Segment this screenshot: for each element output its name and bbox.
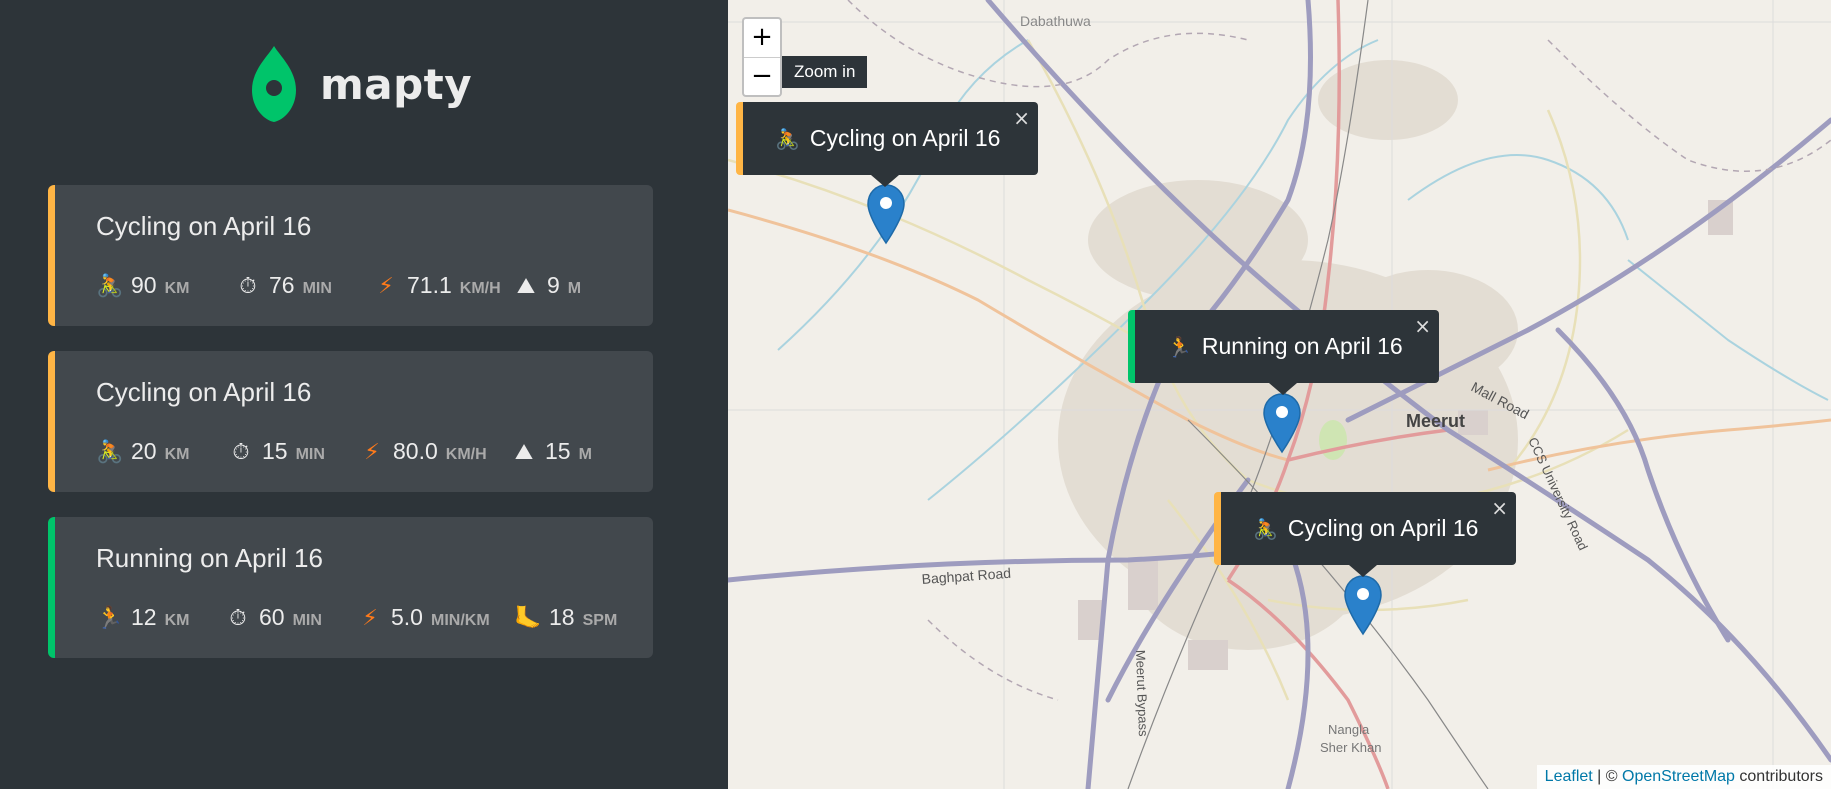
duration-unit: MIN (302, 279, 332, 297)
runner-icon: 🏃 (96, 605, 124, 631)
workout-popup[interactable]: 🏃 Running on April 16 × (1128, 310, 1439, 395)
lightning-icon: ⚡ (362, 605, 378, 631)
speed-detail: ⚡ 71.1 KM/H (371, 272, 511, 299)
distance-value: 90 (131, 271, 157, 298)
pace-value: 5.0 (391, 603, 423, 630)
elevation-unit: M (578, 445, 592, 463)
map-marker-icon[interactable] (1343, 574, 1383, 636)
mountain-icon: ⛰ (516, 273, 536, 299)
speed-value: 80.0 (393, 437, 438, 464)
zoom-control: + − (742, 17, 782, 97)
distance-value: 20 (131, 437, 157, 464)
popup-tip (1269, 383, 1297, 395)
zoom-tooltip: Zoom in (782, 56, 868, 88)
cyclist-icon: 🚴 (1253, 516, 1278, 541)
label-sher-khan: Sher Khan (1320, 740, 1381, 755)
distance-value: 12 (131, 603, 157, 630)
workout-card[interactable]: Cycling on April 16 🚴 20 KM ⏱ 15 MIN ⚡ 8… (48, 351, 653, 492)
zoom-in-button[interactable]: + (744, 19, 780, 57)
pace-detail: ⚡ 5.0 MIN/KM (355, 604, 513, 631)
workout-details: 🏃 12 KM ⏱ 60 MIN ⚡ 5.0 MIN/KM 🦶 18 SPM (95, 602, 617, 632)
distance-detail: 🏃 12 KM (95, 604, 223, 631)
workout-popup[interactable]: 🚴 Cycling on April 16 × (1214, 492, 1516, 577)
workout-title: Running on April 16 (96, 543, 323, 573)
popup-text: Running on April 16 (1201, 333, 1403, 359)
workout-title: Cycling on April 16 (96, 377, 312, 407)
sidebar: mapty Cycling on April 16 🚴 90 KM ⏱ 76 M… (0, 0, 728, 789)
workout-card[interactable]: Cycling on April 16 🚴 90 KM ⏱ 76 MIN ⚡ 7… (48, 185, 653, 326)
speed-unit: KM/H (459, 279, 501, 297)
leaflet-link[interactable]: Leaflet (1545, 768, 1593, 785)
map[interactable]: Dabathuwa Meerut Mall Road CCS Universit… (728, 0, 1831, 789)
label-meerut: Meerut (1406, 411, 1465, 431)
workout-popup[interactable]: 🚴 Cycling on April 16 × (736, 102, 1038, 187)
close-icon[interactable]: × (1491, 496, 1508, 520)
duration-detail: ⏱ 60 MIN (223, 604, 355, 631)
distance-detail: 🚴 20 KM (95, 438, 226, 465)
duration-unit: MIN (295, 445, 325, 463)
elevation-unit: M (567, 279, 582, 297)
workout-details: 🚴 20 KM ⏱ 15 MIN ⚡ 80.0 KM/H ⛰ 15 M (95, 436, 592, 466)
popup-tip (1349, 565, 1377, 577)
workout-card[interactable]: Running on April 16 🏃 12 KM ⏱ 60 MIN ⚡ 5… (48, 517, 653, 658)
popup-text: Cycling on April 16 (809, 125, 1001, 151)
label-ccs-road: CCS University Road (1525, 435, 1591, 553)
cadence-detail: 🦶 18 SPM (513, 604, 617, 631)
elevation-value: 9 (547, 271, 560, 298)
distance-detail: 🚴 90 KM (95, 272, 233, 299)
popup-text: Cycling on April 16 (1287, 515, 1479, 541)
duration-detail: ⏱ 15 MIN (226, 438, 357, 465)
attribution-suffix: contributors (1734, 768, 1823, 785)
zoom-out-button[interactable]: − (744, 57, 780, 95)
elevation-detail: ⛰ 9 M (511, 272, 581, 299)
label-bypass: Meerut Bypass (1133, 650, 1151, 738)
elevation-value: 15 (545, 437, 571, 464)
distance-unit: KM (164, 445, 190, 463)
logo: mapty (250, 44, 472, 124)
label-dabathuwa: Dabathuwa (1020, 13, 1091, 29)
pace-unit: MIN/KM (430, 611, 490, 629)
runner-icon: 🏃 (1167, 334, 1192, 359)
map-attribution: Leaflet | © OpenStreetMap contributors (1536, 765, 1831, 789)
cyclist-icon: 🚴 (96, 439, 124, 465)
lightning-icon: ⚡ (378, 273, 394, 299)
duration-value: 60 (259, 603, 285, 630)
stopwatch-icon: ⏱ (229, 605, 247, 631)
osm-link[interactable]: OpenStreetMap (1622, 768, 1735, 785)
stopwatch-icon: ⏱ (232, 439, 250, 465)
speed-value: 71.1 (407, 271, 452, 298)
popup-tip (871, 175, 899, 187)
map-pin-logo-icon (252, 46, 296, 122)
app-name: mapty (320, 59, 473, 109)
speed-detail: ⚡ 80.0 KM/H (357, 438, 509, 465)
cadence-value: 18 (549, 603, 575, 630)
duration-detail: ⏱ 76 MIN (233, 272, 371, 299)
workout-details: 🚴 90 KM ⏱ 76 MIN ⚡ 71.1 KM/H ⛰ 9 M (95, 270, 581, 300)
attribution-separator: | © (1592, 768, 1622, 785)
workout-title: Cycling on April 16 (96, 211, 312, 241)
distance-unit: KM (164, 279, 190, 297)
duration-value: 76 (269, 271, 295, 298)
label-nangla: Nangla (1328, 722, 1370, 737)
cyclist-icon: 🚴 (775, 126, 800, 151)
elevation-detail: ⛰ 15 M (509, 438, 592, 465)
duration-value: 15 (262, 437, 288, 464)
mountain-icon: ⛰ (514, 439, 534, 465)
speed-unit: KM/H (445, 445, 487, 463)
map-marker-icon[interactable] (866, 183, 906, 245)
close-icon[interactable]: × (1013, 106, 1030, 130)
lightning-icon: ⚡ (364, 439, 380, 465)
distance-unit: KM (164, 611, 190, 629)
stopwatch-icon: ⏱ (239, 273, 257, 299)
cyclist-icon: 🚴 (96, 273, 124, 299)
close-icon[interactable]: × (1414, 314, 1431, 338)
map-marker-icon[interactable] (1262, 392, 1302, 454)
duration-unit: MIN (292, 611, 322, 629)
foot-icon: 🦶 (514, 605, 542, 631)
label-baghpat-road: Baghpat Road (921, 565, 1011, 587)
cadence-unit: SPM (582, 611, 618, 629)
